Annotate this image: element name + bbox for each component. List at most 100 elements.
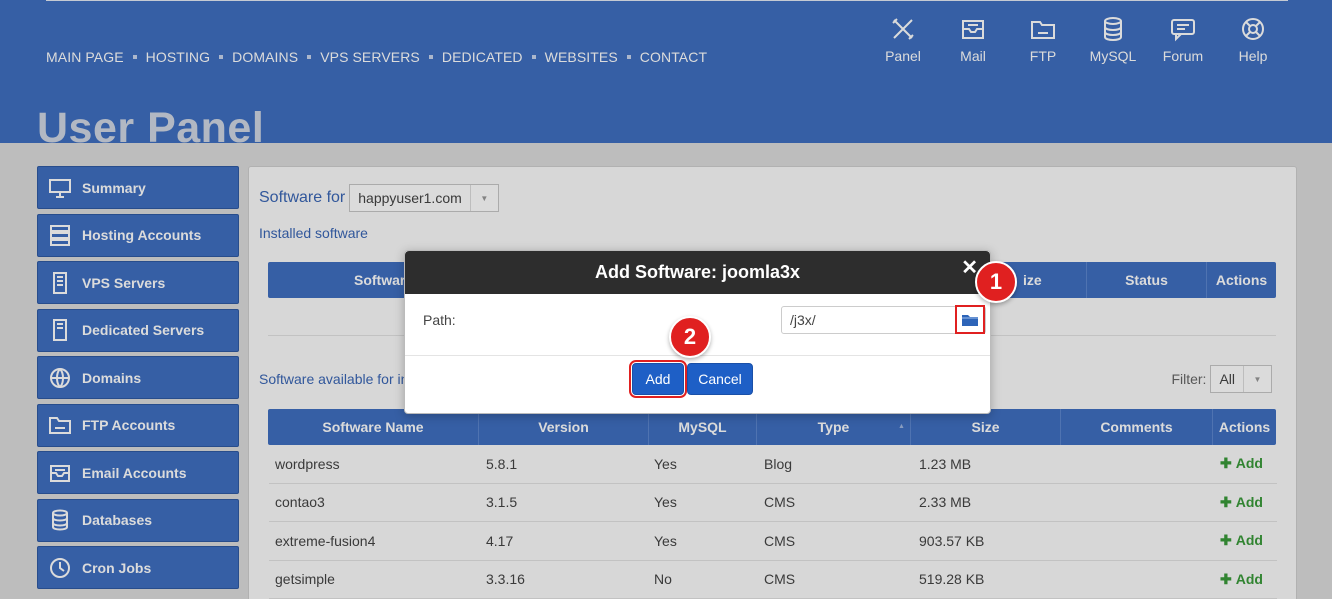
cell-mysql: Yes: [654, 494, 677, 511]
sidebar-item-label: Email Accounts: [82, 464, 187, 481]
sidebar-item-ftp-accounts[interactable]: FTP Accounts: [37, 403, 239, 447]
sidebar-item-summary[interactable]: Summary: [37, 166, 239, 209]
cell-size: 2.33 MB: [919, 494, 972, 511]
domain-select[interactable]: happyuser1.com ▼: [349, 184, 499, 212]
globe-icon: [50, 367, 70, 388]
cell-name: extreme-fusion4: [275, 532, 376, 549]
clock-icon: [50, 557, 70, 578]
filter: Filter: All ▼: [1171, 365, 1272, 393]
cell-size: 1.23 MB: [919, 455, 972, 472]
nav-hosting[interactable]: HOSTING: [146, 49, 210, 65]
top-link-label: Forum: [1162, 48, 1204, 64]
filter-select[interactable]: All ▼: [1210, 365, 1272, 393]
table-row: getsimple 3.3.16 No CMS 519.28 KB ✚ Add: [269, 561, 1277, 599]
top-link-mysql[interactable]: MySQL: [1078, 16, 1148, 64]
sidebar-item-dedicated-servers[interactable]: Dedicated Servers: [37, 308, 239, 352]
plus-icon: ✚: [1220, 570, 1232, 587]
mail-icon: [962, 20, 984, 39]
top-link-forum[interactable]: Forum: [1148, 16, 1218, 64]
available-table-header: Software Name Version MySQL Type ▲ Size …: [268, 409, 1276, 445]
nav-dedicated[interactable]: DEDICATED: [442, 49, 523, 65]
modal-header: Add Software: joomla3x ✕: [405, 251, 990, 294]
column-header-type[interactable]: Type: [756, 409, 910, 445]
nav-vps-servers[interactable]: VPS SERVERS: [320, 49, 420, 65]
add-software-link[interactable]: ✚ Add: [1220, 571, 1263, 588]
sidebar-item-label: FTP Accounts: [82, 417, 176, 433]
table-row: extreme-fusion4 4.17 Yes CMS 903.57 KB ✚…: [269, 522, 1277, 561]
top-link-ftp[interactable]: FTP: [1008, 16, 1078, 64]
plus-icon: ✚: [1220, 493, 1232, 510]
sidebar-item-label: Hosting Accounts: [82, 227, 202, 243]
lifebuoy-icon: [1242, 18, 1264, 40]
plus-icon: ✚: [1220, 455, 1232, 472]
sidebar-item-label: Dedicated Servers: [82, 322, 205, 338]
cell-mysql: No: [654, 571, 672, 588]
cancel-button[interactable]: Cancel: [687, 363, 753, 395]
column-header-software-name[interactable]: Software Name: [268, 419, 478, 435]
forum-icon: [1171, 19, 1195, 42]
column-header: ize: [1023, 272, 1042, 288]
cell-size: 903.57 KB: [919, 532, 985, 549]
add-software-link[interactable]: ✚ Add: [1220, 455, 1263, 472]
header-topline: [46, 0, 1288, 1]
top-link-panel[interactable]: Panel: [868, 16, 938, 64]
top-link-label: Help: [1238, 48, 1268, 64]
cell-type: CMS: [764, 494, 796, 511]
sidebar-item-domains[interactable]: Domains: [37, 356, 239, 399]
cell-type: CMS: [764, 571, 796, 588]
nav-separator: [531, 55, 536, 59]
step-badge-2: 2: [669, 316, 711, 358]
folder-icon: [962, 314, 978, 326]
sidebar-item-vps-servers[interactable]: VPS Servers: [37, 261, 239, 304]
browse-folder-button[interactable]: [955, 305, 985, 334]
path-label: Path:: [423, 312, 456, 328]
header: MAIN PAGE HOSTING DOMAINS VPS SERVERS DE…: [0, 0, 1332, 143]
step-badge-1: 1: [975, 261, 1017, 303]
cell-size: 519.28 KB: [919, 571, 985, 588]
sidebar-item-label: VPS Servers: [82, 274, 166, 291]
page-title: User Panel: [37, 104, 265, 143]
cell-type: Blog: [764, 455, 793, 472]
column-header-size[interactable]: Size: [910, 409, 1060, 445]
top-link-help[interactable]: Help: [1218, 16, 1288, 64]
top-link-label: Mail: [960, 48, 986, 64]
installed-software-label: Installed software: [259, 225, 368, 241]
add-button[interactable]: Add: [629, 360, 687, 398]
nav-separator: [428, 55, 433, 59]
ftp-icon: [49, 417, 71, 434]
nav-websites[interactable]: WEBSITES: [545, 49, 618, 65]
top-link-label: MySQL: [1089, 48, 1137, 64]
nav-contact[interactable]: CONTACT: [640, 49, 707, 65]
sidebar-item-email-accounts[interactable]: Email Accounts: [37, 451, 239, 494]
add-software-link[interactable]: ✚ Add: [1220, 532, 1263, 549]
column-header: Softwar: [354, 272, 406, 288]
nav-separator: [307, 55, 312, 59]
table-row: contao3 3.1.5 Yes CMS 2.33 MB ✚ Add: [269, 484, 1277, 522]
nav-domains[interactable]: DOMAINS: [232, 49, 298, 65]
domain-select-value: happyuser1.com: [358, 190, 462, 206]
add-label: Add: [1235, 532, 1263, 549]
cell-version: 5.8.1: [486, 455, 518, 472]
sidebar-item-label: Domains: [82, 369, 142, 386]
column-header-comments[interactable]: Comments: [1060, 409, 1212, 445]
column-header-actions: Actions: [1212, 409, 1276, 445]
nav-main-page[interactable]: MAIN PAGE: [46, 49, 124, 65]
column-header-version[interactable]: Version: [478, 409, 648, 445]
software-for-row: Software for happyuser1.com ▼: [259, 184, 499, 212]
cell-mysql: Yes: [654, 455, 677, 472]
monitor-icon: [49, 178, 71, 198]
sidebar-item-cron-jobs[interactable]: Cron Jobs: [37, 546, 239, 589]
top-link-mail[interactable]: Mail: [938, 16, 1008, 64]
sidebar-item-hosting-accounts[interactable]: Hosting Accounts: [37, 213, 239, 257]
table-row: wordpress 5.8.1 Yes Blog 1.23 MB ✚ Add: [269, 445, 1277, 484]
database-icon: [52, 509, 68, 531]
column-header: Status: [1086, 262, 1206, 298]
column-header-mysql[interactable]: MySQL: [648, 409, 756, 445]
chevron-down-icon: ▼: [469, 185, 498, 211]
cell-name: wordpress: [275, 455, 340, 472]
nav-separator: [626, 55, 631, 59]
top-link-label: FTP: [1029, 48, 1057, 64]
email-icon: [50, 464, 70, 482]
sidebar-item-databases[interactable]: Databases: [37, 498, 239, 542]
add-software-link[interactable]: ✚ Add: [1220, 494, 1263, 511]
